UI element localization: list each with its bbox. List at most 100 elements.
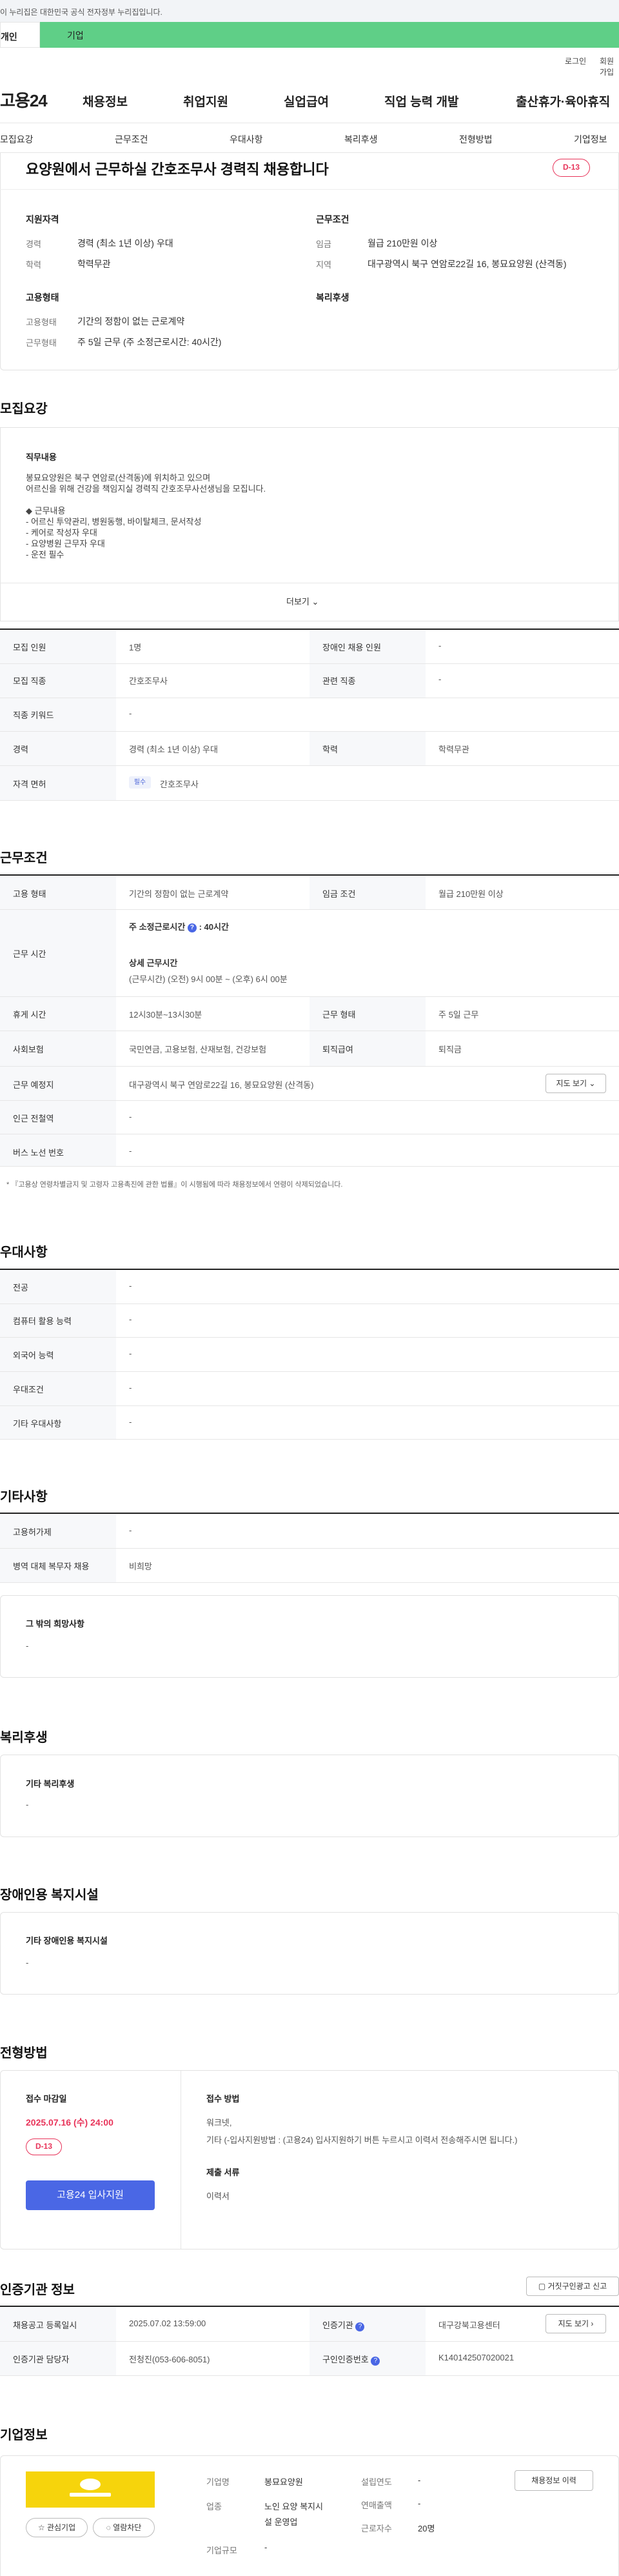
- subnav-welfare[interactable]: 복리후생: [344, 133, 378, 146]
- disabled-value: -: [26, 1958, 29, 1967]
- pref-k-condition: 우대조건: [13, 1385, 44, 1394]
- cond-v-wform: 주 5일 근무: [438, 1010, 479, 1020]
- recruit-row-line: [0, 663, 619, 664]
- section-title-selection: 전형방법: [0, 2046, 48, 2060]
- recruit-k-related: 관련 직종: [322, 676, 356, 686]
- gov-banner: 이 누리집은 대한민국 공식 전자정부 누리집입니다.: [0, 0, 619, 22]
- tab-individual[interactable]: 개인: [0, 22, 40, 48]
- recruit-v-count: 1명: [129, 643, 142, 652]
- gnb-item-unemployment[interactable]: 실업급여: [284, 92, 329, 110]
- pref-row-line: [0, 1337, 619, 1338]
- subnav-preference[interactable]: 우대사항: [230, 133, 263, 146]
- etc-row-line: [0, 1548, 619, 1549]
- docs-heading: 제출 서류: [206, 2168, 240, 2177]
- info-icon[interactable]: ?: [187, 923, 197, 932]
- chevron-down-icon: ⌄: [589, 1079, 596, 1088]
- qual-heading: 지원자격: [26, 214, 59, 225]
- cond-v-ret: 퇴직금: [438, 1045, 462, 1054]
- pref-k-language: 외국어 능력: [13, 1351, 54, 1360]
- cond-k-wform: 근무 형태: [322, 1010, 356, 1020]
- cond-time-detail-value: (근무시간) (오전) 9시 00분 ~ (오후) 6시 00분: [129, 974, 288, 984]
- method-heading: 접수 방법: [206, 2094, 240, 2104]
- cond-k-break: 휴게 시간: [13, 1010, 46, 1020]
- recruit-v-license: 간호조무사: [160, 780, 199, 789]
- block-icon: ◌: [106, 2523, 111, 2532]
- recruit-v-keyword: -: [129, 709, 132, 718]
- recruit-k-count: 모집 인원: [13, 643, 46, 652]
- apply-button[interactable]: 고용24 입사지원: [26, 2180, 155, 2210]
- gnb-item-training[interactable]: 직업 능력 개발: [384, 92, 458, 110]
- recruit-k-keyword: 직종 키워드: [13, 710, 54, 720]
- deadline-heading: 접수 마감일: [26, 2094, 67, 2104]
- job-title: 요양원에서 근무하실 간호조무사 경력직 채용합니다: [26, 161, 329, 177]
- recruit-k-job: 모집 직종: [13, 676, 46, 686]
- required-tag: 필수: [129, 776, 151, 789]
- wage-label: 임금: [316, 239, 331, 249]
- etc-k-permit: 고용허가제: [13, 1527, 52, 1537]
- login-link[interactable]: 로그인: [565, 55, 586, 66]
- subnav-recruit[interactable]: 모집요강: [0, 133, 34, 146]
- map-button[interactable]: 지도 보기 ⌄: [545, 1074, 606, 1093]
- welfare-heading: 복리후생: [316, 292, 349, 303]
- cond-row-line: [0, 909, 619, 910]
- recruit-k-career: 경력: [13, 745, 28, 754]
- subnav-selection[interactable]: 전형방법: [459, 133, 493, 146]
- job-history-button[interactable]: 채용정보 이력: [515, 2470, 593, 2491]
- disabled-box: [0, 1912, 619, 1995]
- area-label: 지역: [316, 260, 331, 270]
- section-title-welfare: 복리후생: [0, 1731, 48, 1745]
- recruit-k-disabled: 장애인 채용 인원: [322, 643, 381, 652]
- pref-row-line: [0, 1371, 619, 1372]
- etc-k-military: 병역 대체 복무자 채용: [13, 1562, 90, 1571]
- company-v-size: -: [264, 2542, 268, 2552]
- cond-k-place: 근무 예정지: [13, 1080, 54, 1090]
- join-link[interactable]: 회원가입: [600, 55, 619, 77]
- company-k-industry: 업종: [206, 2502, 222, 2511]
- cond-k-station: 인근 전철역: [13, 1114, 54, 1123]
- recruit-k-license: 자격 면허: [13, 780, 46, 789]
- cond-k-time: 근무 시간: [13, 949, 46, 959]
- cond-time-week: 주 소정근로시간 ? : 40시간: [129, 922, 229, 932]
- pref-row-line: [0, 1405, 619, 1406]
- cert-k-reg: 채용공고 등록일시: [13, 2320, 77, 2330]
- subnav-conditions[interactable]: 근무조건: [115, 133, 148, 146]
- recruit-row-line: [0, 731, 619, 732]
- gnb-item-support[interactable]: 취업지원: [183, 92, 228, 110]
- company-k-emp: 근로자수: [361, 2524, 392, 2533]
- form-heading: 고용형태: [26, 292, 59, 303]
- gnb-item-jobs[interactable]: 채용정보: [83, 92, 128, 110]
- subnav-company[interactable]: 기업정보: [574, 133, 607, 146]
- career-value: 경력 (최소 1년 이상) 우대: [77, 238, 173, 248]
- gnb-item-leave[interactable]: 출산휴가·육아휴직: [516, 92, 610, 110]
- report-button[interactable]: ▢ 거짓구인광고 신고: [526, 2277, 619, 2296]
- cond-k-ins: 사회보험: [13, 1045, 44, 1054]
- info-icon[interactable]: ?: [371, 2357, 380, 2366]
- block-company-button[interactable]: ◌ 열람차단: [93, 2518, 155, 2537]
- selection-dday-badge: D-13: [26, 2138, 62, 2155]
- section-title-recruit: 모집요강: [0, 402, 48, 416]
- pref-v-language: -: [129, 1349, 132, 1358]
- more-button[interactable]: 더보기 ⌄: [286, 595, 319, 607]
- section-title-conditions: 근무조건: [0, 851, 48, 865]
- cond-k-wage: 임금 조건: [322, 889, 356, 899]
- cond-v-station: -: [129, 1112, 132, 1122]
- site-logo[interactable]: 고용24: [0, 88, 48, 112]
- fav-company-button[interactable]: ☆ 관심기업: [26, 2518, 88, 2537]
- pref-v-major: -: [129, 1281, 132, 1291]
- etc-other-value: -: [26, 1641, 29, 1651]
- recruit-v-edu: 학력무관: [438, 745, 469, 754]
- company-v-name: 봉묘요양원: [264, 2477, 303, 2487]
- info-icon[interactable]: ?: [355, 2322, 365, 2331]
- cond-table-bottom: [0, 1166, 619, 1167]
- company-logo: [26, 2471, 155, 2508]
- cert-map-button[interactable]: 지도 보기 ›: [545, 2314, 606, 2333]
- cond-v-place: 대구광역시 북구 연암로22길 16, 봉묘요양원 (산격동): [129, 1080, 314, 1090]
- tab-corporate[interactable]: 기업: [40, 22, 619, 48]
- recruit-v-related: -: [438, 674, 442, 684]
- company-v-industry-1: 노인 요양 복지시: [264, 2502, 323, 2511]
- cert-k-manager: 인증기관 담당자: [13, 2355, 70, 2364]
- welfare-value: -: [26, 1800, 29, 1809]
- deadline-value: 2025.07.16 (수) 24:00: [26, 2117, 113, 2128]
- company-v-sales: -: [418, 2499, 421, 2508]
- cond-th-col2: [310, 996, 426, 1066]
